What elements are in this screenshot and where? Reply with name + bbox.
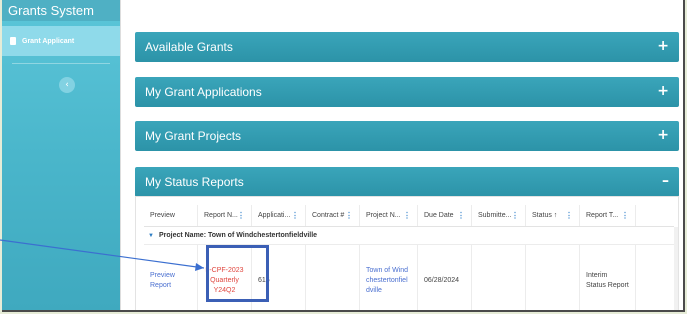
panel-my-grant-projects[interactable]: My Grant Projects +	[135, 121, 679, 151]
column-header-submitted[interactable]: Submitte... ⋮	[472, 205, 526, 226]
column-header-application[interactable]: Applicati... ⋮	[252, 205, 306, 226]
column-menu-icon[interactable]: ⋮	[511, 211, 519, 220]
panel-title: My Status Reports	[145, 175, 244, 189]
column-header-preview[interactable]: Preview	[144, 205, 198, 226]
cell-contract	[306, 245, 360, 310]
document-icon	[10, 37, 16, 45]
cell-report-type: Interim Status Report	[580, 245, 636, 310]
app-window: Grants System Grant Applicant ‹ Availabl…	[2, 0, 685, 312]
highlight-box	[206, 245, 269, 302]
column-menu-icon[interactable]: ⋮	[345, 211, 353, 220]
sidebar-item-label: Grant Applicant	[22, 37, 75, 45]
column-header-due-date[interactable]: Due Date ⋮	[418, 205, 472, 226]
table-header: Preview Report N... ⋮ Applicati... ⋮ Con…	[144, 205, 674, 227]
expand-icon[interactable]: +	[657, 38, 669, 54]
table-scrollbar[interactable]	[674, 227, 678, 310]
column-header-report-type[interactable]: Report T... ⋮	[580, 205, 636, 226]
panel-available-grants[interactable]: Available Grants +	[135, 32, 679, 62]
column-menu-icon[interactable]: ⋮	[457, 211, 465, 220]
column-header-project-name[interactable]: Project N... ⋮	[360, 205, 418, 226]
cell-preview: Preview Report	[144, 245, 198, 310]
chevron-left-icon[interactable]: ‹	[59, 77, 75, 93]
sidebar: Grants System Grant Applicant ‹	[2, 0, 120, 310]
column-menu-icon[interactable]: ⋮	[403, 211, 411, 220]
project-name-link[interactable]: Town of Windchestertonfieldville	[366, 266, 411, 296]
cell-due-date: 06/28/2024	[418, 245, 472, 310]
cell-submitted	[472, 245, 526, 310]
main-content: Available Grants + My Grant Applications…	[120, 0, 683, 310]
column-header-contract[interactable]: Contract # ⋮	[306, 205, 360, 226]
column-header-report-number[interactable]: Report N... ⋮	[198, 205, 252, 226]
panel-my-status-reports[interactable]: My Status Reports –	[135, 167, 679, 197]
panel-my-grant-applications[interactable]: My Grant Applications +	[135, 77, 679, 107]
sidebar-divider	[12, 63, 110, 64]
panel-title: Available Grants	[145, 40, 233, 54]
app-title: Grants System	[2, 0, 120, 21]
column-menu-icon[interactable]: ⋮	[621, 211, 629, 220]
panel-title: My Grant Applications	[145, 85, 262, 99]
column-menu-icon[interactable]: ⋮	[291, 211, 299, 220]
cell-project-name: Town of Windchestertonfieldville	[360, 245, 418, 310]
preview-report-link[interactable]: Preview Report	[150, 271, 191, 291]
column-menu-icon[interactable]: ⋮	[565, 211, 573, 220]
group-row[interactable]: ▼ Project Name: Town of Windchestertonfi…	[144, 227, 674, 245]
column-menu-icon[interactable]: ⋮	[237, 211, 245, 220]
group-label: Project Name: Town of Windchestertonfiel…	[158, 232, 318, 239]
cell-status	[526, 245, 580, 310]
expand-icon[interactable]: +	[657, 127, 669, 143]
expand-icon[interactable]: +	[657, 83, 669, 99]
chevron-down-icon[interactable]: ▼	[148, 233, 154, 239]
panel-title: My Grant Projects	[145, 129, 242, 143]
column-header-status[interactable]: Status ↑ ⋮	[526, 205, 580, 226]
collapse-icon[interactable]: –	[662, 173, 669, 189]
sidebar-item-grant-applicant[interactable]: Grant Applicant	[2, 26, 120, 56]
